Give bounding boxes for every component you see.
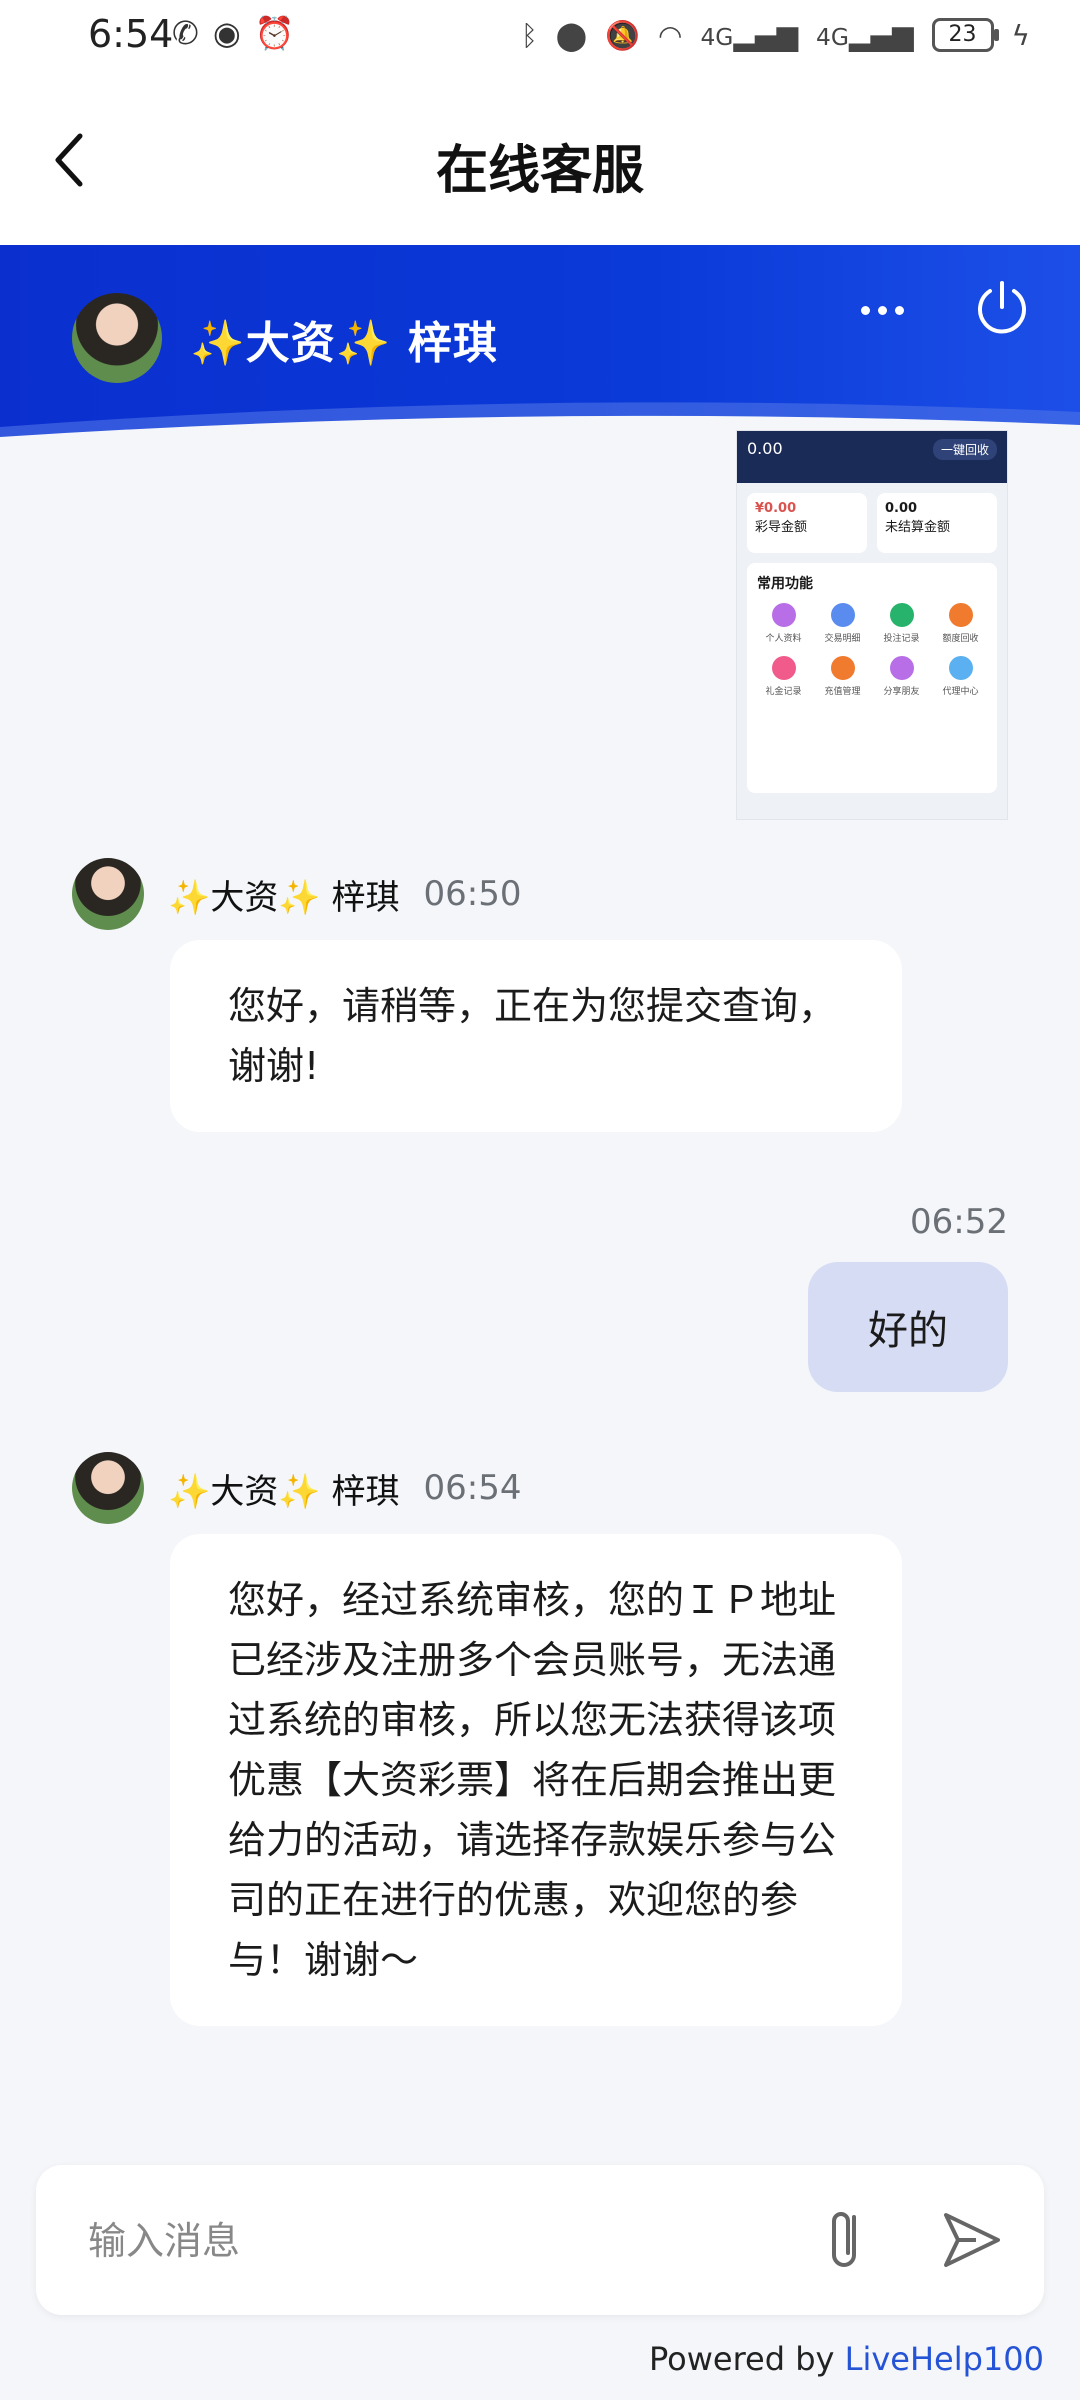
- thumb-card: 0.00 未结算金额: [877, 493, 997, 553]
- status-right-icons: ᛒ ⬤ 🔕 ◠ 4G▂▄▆ 4G▂▄▆ 23 ϟ: [521, 18, 1030, 52]
- thumb-cards: ¥0.00 彩导金额 0.00 未结算金额: [737, 483, 1007, 563]
- thumb-card-amount: 0.00: [885, 501, 918, 516]
- brand-link[interactable]: LiveHelp100: [845, 2340, 1044, 2378]
- thumb-item: 分享朋友: [875, 656, 928, 697]
- thumb-item: 交易明细: [816, 603, 869, 644]
- battery-indicator: 23: [931, 18, 999, 52]
- thumb-item: 充值管理: [816, 656, 869, 697]
- recycle-icon: [948, 603, 973, 627]
- thumb-card: ¥0.00 彩导金额: [747, 493, 867, 553]
- screenshot-image-message[interactable]: 0.00 一键回收 ¥0.00 彩导金额 0.00 未结算金额 常用功能 个人资…: [736, 430, 1008, 820]
- thumb-functions: 常用功能 个人资料 交易明细 投注记录 额度回收 礼金记录 充值管理 分享朋友 …: [747, 563, 997, 793]
- signal-4g-icon: 4G▂▄▆: [815, 18, 914, 52]
- share-icon: [889, 656, 914, 680]
- thumb-card-amount: ¥0.00: [755, 501, 797, 516]
- wifi-call-icon: ✆: [172, 14, 199, 52]
- powered-prefix: Powered by: [648, 2340, 835, 2378]
- send-icon[interactable]: [936, 2205, 1006, 2275]
- thumb-item: 投注记录: [875, 603, 928, 644]
- thumb-card-label: 未结算金额: [885, 520, 951, 535]
- thumb-header: 0.00 一键回收: [737, 431, 1007, 483]
- bluetooth-icon: ᛒ: [520, 18, 538, 52]
- alarm-icon: ⏰: [254, 14, 295, 52]
- my-message-bubble: 好的: [808, 1262, 1008, 1392]
- page-title: 在线客服: [435, 141, 644, 201]
- sender-name: ✨大资✨ 梓琪: [168, 1471, 400, 1512]
- sender-name: ✨大资✨ 梓琪: [168, 877, 400, 918]
- chart-icon: [889, 603, 914, 627]
- message-composer: [36, 2165, 1044, 2315]
- thumb-recover-button: 一键回收: [932, 439, 997, 460]
- power-icon[interactable]: [970, 275, 1034, 339]
- top-bar: 在线客服: [0, 80, 1080, 245]
- gift-icon: [771, 656, 796, 680]
- thumb-item: 礼金记录: [757, 656, 810, 697]
- agent-avatar: [72, 1452, 144, 1524]
- more-dot-icon: [894, 305, 904, 315]
- status-time: 6:54: [88, 12, 174, 56]
- message-meta: ✨大资✨ 梓琪 06:54: [72, 1452, 521, 1524]
- message-input[interactable]: [86, 2205, 790, 2277]
- location-icon: ⬤: [555, 18, 588, 52]
- thumb-card-label: 彩导金额: [755, 520, 808, 535]
- charging-icon: ϟ: [1011, 18, 1030, 52]
- status-bar: 6:54 ✆ ◉ ⏰ ᛒ ⬤ 🔕 ◠ 4G▂▄▆ 4G▂▄▆ 23 ϟ: [0, 0, 1080, 80]
- more-options-button[interactable]: [852, 290, 912, 330]
- message-time: 06:52: [910, 1202, 1008, 1242]
- agent-message-bubble: 您好，经过系统审核，您的ＩＰ地址已经涉及注册多个会员账号，无法通过系统的审核，所…: [170, 1534, 902, 2026]
- signal-4g-icon: 4G▂▄▆: [700, 18, 798, 52]
- agent-avatar: [72, 293, 162, 383]
- profile-icon: [771, 603, 796, 627]
- more-dot-icon: [860, 305, 870, 315]
- mute-bell-icon: 🔕: [605, 18, 641, 52]
- paperclip-icon[interactable]: [816, 2203, 876, 2277]
- diamond-icon: [948, 656, 973, 680]
- agent-name: ✨大资✨ 梓琪: [190, 318, 498, 369]
- thumb-item: 个人资料: [757, 603, 810, 644]
- thumb-grid: 个人资料 交易明细 投注记录 额度回收 礼金记录 充值管理 分享朋友 代理中心: [757, 603, 987, 697]
- ledger-icon: [830, 603, 855, 627]
- thumb-item: 额度回收: [934, 603, 987, 644]
- powered-by: Powered by LiveHelp100: [649, 2340, 1044, 2378]
- wifi-icon: ◠: [658, 18, 683, 52]
- wallet-icon: [830, 656, 855, 680]
- thumb-section-title: 常用功能: [757, 576, 813, 592]
- agent-banner: ✨大资✨ 梓琪: [0, 245, 1080, 455]
- status-left-icons: ✆ ◉ ⏰: [172, 14, 295, 52]
- message-time: 06:54: [423, 1468, 522, 1508]
- agent-avatar: [72, 858, 144, 930]
- thumb-balance: 0.00: [747, 439, 783, 458]
- agent-message-bubble: 您好，请稍等，正在为您提交查询，谢谢!: [170, 940, 902, 1132]
- message-meta: ✨大资✨ 梓琪 06:50: [72, 858, 521, 930]
- eye-icon: ◉: [212, 14, 241, 52]
- thumb-item: 代理中心: [934, 656, 987, 697]
- more-dot-icon: [877, 305, 887, 315]
- message-time: 06:50: [423, 874, 522, 914]
